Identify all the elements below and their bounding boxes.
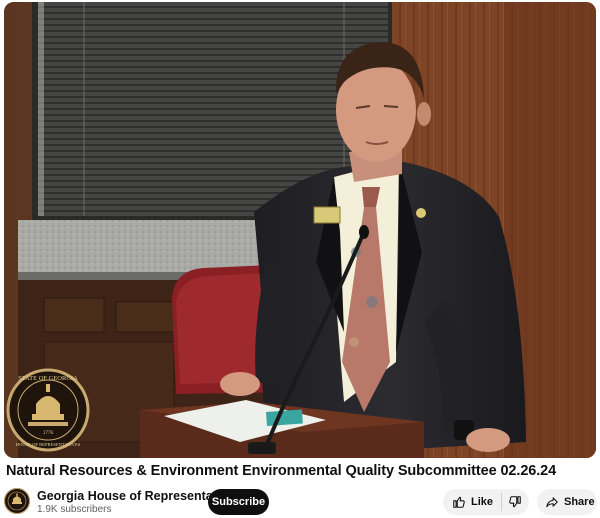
thumbs-down-icon bbox=[509, 496, 522, 508]
share-label: Share bbox=[564, 496, 595, 508]
channel-avatar[interactable] bbox=[4, 488, 30, 514]
dislike-button[interactable] bbox=[502, 489, 529, 515]
video-player[interactable]: STATE OF GEORGIA HOUSE OF REPRESENTATIVE… bbox=[4, 2, 596, 458]
seal-year-text: 1776 bbox=[43, 431, 54, 436]
channel-row: Georgia House of Representatives 1.9K su… bbox=[4, 487, 597, 517]
like-button[interactable]: Like bbox=[443, 489, 501, 515]
like-dislike-group: Like bbox=[443, 489, 529, 515]
subscribe-button[interactable]: Subscribe bbox=[208, 489, 269, 515]
seal-top-text: STATE OF GEORGIA bbox=[18, 375, 78, 382]
share-button[interactable]: Share bbox=[537, 489, 597, 515]
like-label: Like bbox=[471, 496, 494, 508]
video-title: Natural Resources & Environment Environm… bbox=[6, 463, 557, 479]
georgia-house-seal bbox=[6, 368, 90, 452]
video-frame: STATE OF GEORGIA HOUSE OF REPRESENTATIVE… bbox=[4, 2, 596, 458]
share-arrow-icon bbox=[546, 497, 558, 508]
thumbs-up-icon bbox=[453, 496, 465, 508]
seal-bottom-text: HOUSE OF REPRESENTATIVES bbox=[16, 442, 81, 447]
georgia-house-seal-icon bbox=[4, 488, 30, 514]
subscriber-count: 1.9K subscribers bbox=[37, 504, 112, 515]
